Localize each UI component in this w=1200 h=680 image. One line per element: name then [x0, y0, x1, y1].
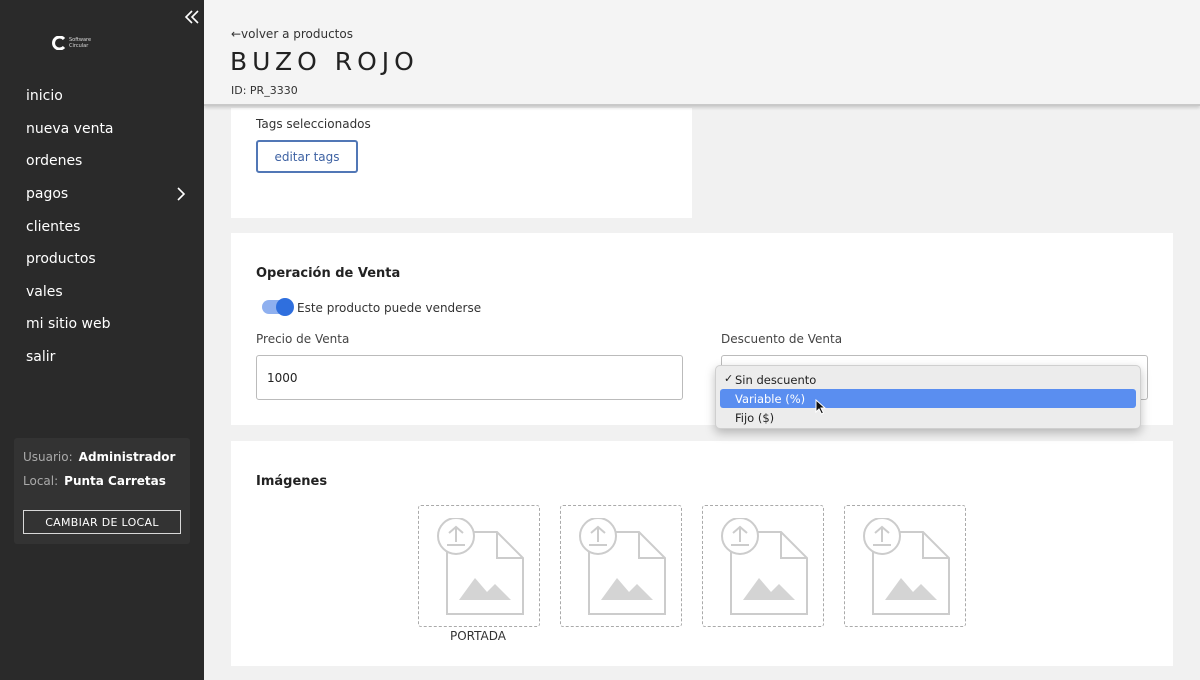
image-upload-icon [437, 518, 524, 615]
product-id: ID: PR_3330 [231, 84, 298, 97]
sidebar-nav: inicio nueva venta ordenes pagos cliente… [0, 80, 204, 373]
local-row: Local: Punta Carretas [23, 474, 166, 488]
discount-label: Descuento de Venta [721, 332, 843, 346]
images-card: Imágenes PORTADA [231, 441, 1173, 666]
discount-option-sin-descuento[interactable]: ✓ Sin descuento [720, 370, 1136, 389]
image-upload-icon [579, 518, 666, 615]
sidebar-item-label: vales [26, 283, 63, 300]
discount-dropdown-menu: ✓ Sin descuento Variable (%) Fijo ($) [715, 365, 1141, 429]
user-row: Usuario: Administrador [23, 450, 175, 464]
sidebar-item-salir[interactable]: salir [0, 341, 204, 374]
option-label: Fijo ($) [735, 410, 775, 425]
can-sell-toggle[interactable] [262, 298, 294, 316]
sidebar-item-label: pagos [26, 186, 69, 203]
local-value: Punta Carretas [64, 474, 166, 488]
tags-label: Tags seleccionados [256, 117, 371, 131]
sale-operation-title: Operación de Venta [256, 266, 401, 281]
sidebar-item-productos[interactable]: productos [0, 243, 204, 276]
can-sell-label: Este producto puede venderse [297, 301, 482, 315]
option-label: Sin descuento [735, 372, 817, 387]
discount-option-fijo[interactable]: Fijo ($) [720, 408, 1136, 427]
sidebar-item-nueva-venta[interactable]: nueva venta [0, 113, 204, 146]
price-label: Precio de Venta [256, 332, 350, 346]
sidebar-item-clientes[interactable]: clientes [0, 210, 204, 243]
toggle-knob [276, 298, 294, 316]
image-upload-icon [863, 518, 950, 615]
page-title: BUZO ROJO [230, 47, 419, 76]
price-input[interactable] [256, 355, 683, 400]
sidebar-item-ordenes[interactable]: ordenes [0, 145, 204, 178]
sidebar-item-label: ordenes [26, 153, 83, 170]
logo-icon [52, 36, 66, 50]
back-to-products-link[interactable]: ←volver a productos [231, 27, 353, 41]
user-info-panel: Usuario: Administrador Local: Punta Carret… [14, 438, 190, 544]
sidebar-item-label: mi sitio web [26, 316, 111, 333]
sidebar-item-label: productos [26, 251, 96, 268]
local-label: Local: [23, 474, 59, 488]
option-label: Variable (%) [735, 391, 806, 406]
image-upload-icon [721, 518, 808, 615]
sidebar: Software Circular inicio nueva venta ord… [0, 0, 204, 680]
image-upload-slot[interactable] [702, 505, 824, 627]
sidebar-item-vales[interactable]: vales [0, 276, 204, 309]
sidebar-item-inicio[interactable]: inicio [0, 80, 204, 113]
user-label: Usuario: [23, 450, 73, 464]
sidebar-item-label: salir [26, 349, 56, 366]
image-upload-slot-cover[interactable] [418, 505, 540, 627]
edit-tags-button[interactable]: editar tags [256, 140, 358, 173]
images-title: Imágenes [256, 474, 328, 489]
collapse-sidebar-icon[interactable] [183, 8, 201, 26]
tags-card: Tags seleccionados editar tags [231, 108, 692, 218]
cover-caption: PORTADA [450, 629, 506, 643]
sidebar-item-label: nueva venta [26, 120, 114, 137]
discount-option-variable[interactable]: Variable (%) [720, 389, 1136, 408]
logo-text-line2: Circular [69, 43, 89, 49]
sidebar-item-mi-sitio-web[interactable]: mi sitio web [0, 308, 204, 341]
change-local-button[interactable]: CAMBIAR DE LOCAL [23, 510, 181, 534]
chevron-right-icon [177, 187, 186, 201]
page-header: ←volver a productos BUZO ROJO ID: PR_333… [204, 0, 1200, 106]
image-upload-slot[interactable] [844, 505, 966, 627]
mouse-cursor-icon [815, 399, 827, 415]
sidebar-item-label: inicio [26, 88, 63, 105]
sidebar-item-pagos[interactable]: pagos [0, 178, 204, 211]
check-icon: ✓ [724, 372, 734, 385]
user-value: Administrador [78, 450, 176, 464]
image-upload-slot[interactable] [560, 505, 682, 627]
sidebar-item-label: clientes [26, 218, 81, 235]
logo: Software Circular [52, 36, 91, 50]
